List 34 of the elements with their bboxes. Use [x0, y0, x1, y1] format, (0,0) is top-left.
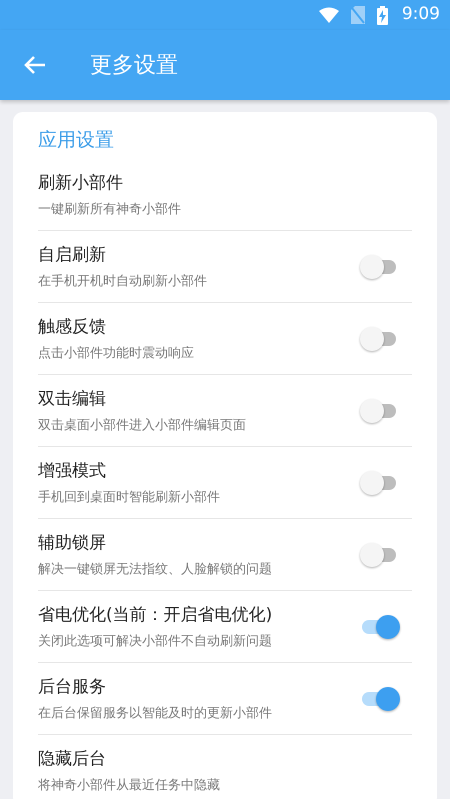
settings-row[interactable]: 自启刷新 在手机开机时自动刷新小部件 — [38, 231, 412, 303]
setting-title: 省电优化(当前：开启省电优化) — [38, 604, 274, 626]
settings-row[interactable]: 隐藏后台 将神奇小部件从最近任务中隐藏 — [38, 735, 412, 799]
setting-description: 将神奇小部件从最近任务中隐藏 — [38, 777, 221, 794]
setting-title: 隐藏后台 — [38, 748, 107, 770]
setting-description: 在后台保留服务以智能及时的更新小部件 — [38, 704, 273, 722]
no-sim-icon — [350, 6, 365, 24]
settings-row[interactable]: 辅助锁屏 解决一键锁屏无法指纹、人脸解锁的问题 — [38, 519, 412, 591]
setting-description: 点击小部件功能时震动响应 — [38, 344, 195, 362]
setting-title: 触感反馈 — [38, 316, 107, 338]
battery-charging-icon — [376, 6, 388, 24]
setting-description: 手机回到桌面时智能刷新小部件 — [38, 488, 221, 506]
settings-row[interactable]: 触感反馈 点击小部件功能时震动响应 — [38, 303, 412, 375]
setting-title: 自启刷新 — [38, 244, 107, 266]
setting-title: 后台服务 — [38, 676, 107, 698]
section-title: 应用设置 — [38, 128, 115, 153]
setting-description: 关闭此选项可解决小部件不自动刷新问题 — [38, 632, 273, 650]
settings-row[interactable]: 刷新小部件 一键刷新所有神奇小部件 — [38, 159, 412, 231]
setting-title: 双击编辑 — [38, 388, 107, 410]
setting-title: 辅助锁屏 — [38, 532, 107, 554]
setting-description: 一键刷新所有神奇小部件 — [38, 200, 182, 218]
settings-row[interactable]: 增强模式 手机回到桌面时智能刷新小部件 — [38, 447, 412, 519]
screen-title: 更多设置 — [90, 52, 178, 80]
settings-row[interactable]: 双击编辑 双击桌面小部件进入小部件编辑页面 — [38, 375, 412, 447]
setting-title: 增强模式 — [38, 460, 107, 482]
setting-description: 双击桌面小部件进入小部件编辑页面 — [38, 416, 247, 434]
settings-row[interactable]: 后台服务 在后台保留服务以智能及时的更新小部件 — [38, 663, 412, 735]
setting-description: 解决一键锁屏无法指纹、人脸解锁的问题 — [38, 560, 273, 578]
setting-description: 在手机开机时自动刷新小部件 — [38, 272, 208, 290]
setting-title: 刷新小部件 — [38, 172, 124, 194]
back-arrow-icon — [24, 55, 46, 75]
status-time: 9:09 — [402, 3, 440, 26]
settings-row[interactable]: 省电优化(当前：开启省电优化) 关闭此选项可解决小部件不自动刷新问题 — [38, 591, 412, 663]
wifi-icon — [318, 7, 339, 23]
